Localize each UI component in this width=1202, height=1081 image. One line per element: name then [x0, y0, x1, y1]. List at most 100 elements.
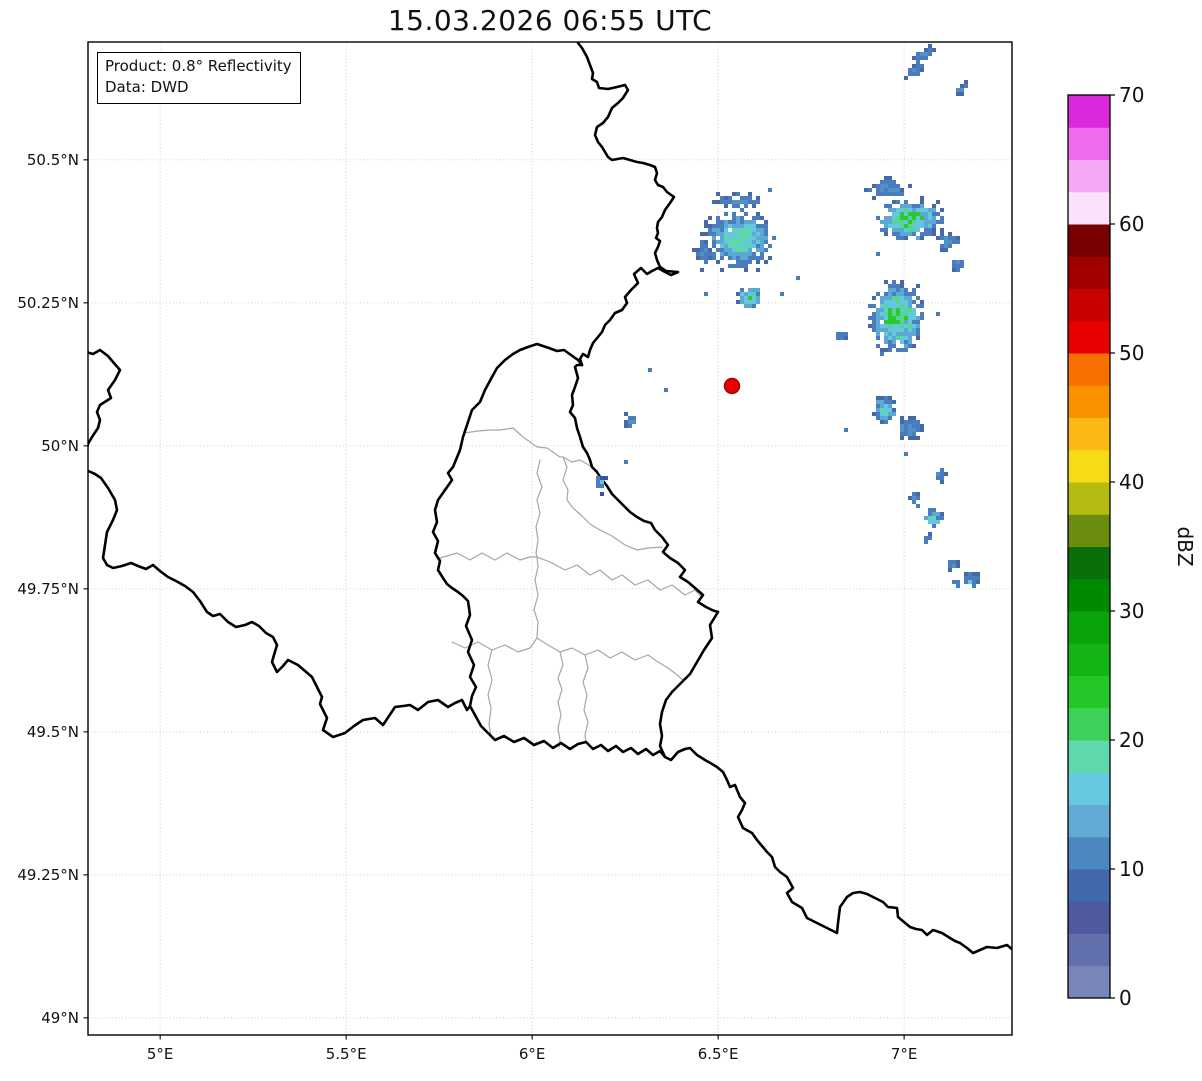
colorbar-band — [1068, 514, 1110, 547]
radar-echo-speck — [664, 388, 668, 392]
colorbar-band — [1068, 127, 1110, 160]
radar-echo-blob — [912, 44, 936, 64]
y-tick-label: 50.5°N — [27, 151, 79, 169]
radar-echo-speck — [768, 188, 772, 192]
y-tick-label: 49°N — [41, 1009, 79, 1027]
colorbar-band — [1068, 449, 1110, 483]
colorbar-band — [1068, 385, 1110, 418]
colorbar: 0 10 20 30 40 50 60 70 dBZ — [1067, 83, 1197, 1010]
radar-echo-speck — [796, 276, 800, 280]
canton-border-line — [463, 427, 593, 468]
radar-echo-blob — [692, 232, 712, 272]
colorbar-axis-label: dBZ — [1173, 526, 1197, 566]
radar-echo-blob — [736, 288, 760, 308]
colorbar-band — [1068, 965, 1110, 999]
station-marker — [723, 377, 741, 395]
colorbar-band — [1068, 320, 1110, 354]
colorbar-band — [1068, 417, 1110, 451]
colorbar-band — [1068, 804, 1110, 838]
radar-echo-speck — [904, 452, 908, 456]
radar-echo-speck — [876, 252, 880, 256]
canton-border-line — [536, 637, 684, 681]
radar-echo-speck — [624, 460, 628, 464]
colorbar-band — [1068, 836, 1110, 870]
radar-echo-blob — [908, 492, 920, 508]
canton-border-line — [451, 637, 538, 653]
y-tick-label: 50.25°N — [17, 294, 79, 312]
canton-border-line — [572, 507, 663, 551]
luxembourg-border — [431, 342, 720, 759]
radar-echo-blob — [936, 232, 960, 252]
radar-echo-blob — [952, 260, 964, 272]
radar-echo-blob — [712, 192, 760, 208]
radar-echo-blob — [864, 176, 912, 200]
y-tick-label: 49.25°N — [17, 866, 79, 884]
x-tick-label: 6.5°E — [698, 1045, 739, 1063]
canton-border-line — [533, 459, 543, 639]
canton-border-line — [487, 649, 493, 737]
country-borders — [88, 42, 1012, 955]
country-border-line — [88, 469, 472, 739]
x-tick-label: 7°E — [891, 1045, 918, 1063]
colorbar-tick-label: 50 — [1119, 341, 1144, 365]
radar-echo-speck — [648, 368, 652, 372]
colorbar-band — [1068, 933, 1110, 967]
x-tick-label: 5°E — [147, 1045, 174, 1063]
radar-echo-blob — [904, 64, 924, 80]
radar-echo-blob — [704, 208, 776, 272]
colorbar-tick-label: 0 — [1119, 986, 1132, 1010]
canton-borders — [439, 427, 703, 748]
radar-echo-speck — [844, 428, 848, 432]
y-tick-label: 50°N — [41, 437, 79, 455]
colorbar-band — [1068, 482, 1110, 515]
colorbar-band — [1068, 611, 1110, 644]
radar-echo-blob — [956, 80, 968, 96]
radar-echo-blob — [924, 532, 932, 544]
country-border-line — [576, 42, 680, 367]
radar-echo-blob — [624, 412, 636, 428]
colorbar-band — [1068, 288, 1110, 322]
colorbar-band — [1068, 740, 1110, 773]
colorbar-band — [1068, 95, 1110, 128]
colorbar-band — [1068, 675, 1110, 709]
colorbar-band — [1068, 707, 1110, 741]
colorbar-band — [1068, 578, 1110, 612]
product-info-line1: Product: 0.8° Reflectivity — [105, 57, 292, 75]
y-tick-label: 49.5°N — [27, 723, 79, 741]
colorbar-band — [1068, 772, 1110, 805]
latlon-gridlines — [88, 42, 1012, 1035]
radar-echo-blob — [872, 396, 896, 424]
radar-echo-blob — [936, 468, 948, 484]
x-tick-label: 6°E — [519, 1045, 546, 1063]
canton-border-line — [582, 654, 589, 744]
radar-echo-blob — [868, 280, 924, 352]
radar-echo-speck — [780, 292, 784, 296]
colorbar-band — [1068, 546, 1110, 580]
radar-echo-blob — [948, 560, 960, 572]
radar-echo-blob — [836, 332, 848, 340]
colorbar-tick-label: 10 — [1119, 857, 1144, 881]
axis-tick-labels: 5°E 5.5°E 6°E 6.5°E 7°E 50.5°N 50.25°N 50°N 49.7… — [17, 151, 917, 1063]
product-info-line2: Data: DWD — [105, 78, 189, 97]
product-info-box: Product: 0.8° Reflectivity Data: DWD — [97, 52, 301, 104]
radar-echo-speck — [880, 352, 884, 356]
radar-echo-blob — [900, 416, 924, 440]
radar-echo-speck — [704, 292, 708, 296]
map-borders — [88, 42, 1012, 955]
colorbar-band — [1068, 191, 1110, 225]
colorbar-band — [1068, 643, 1110, 676]
colorbar-band — [1068, 256, 1110, 289]
radar-echo-blob — [924, 508, 944, 528]
radar-echo-blob — [876, 196, 944, 240]
colorbar-band — [1068, 901, 1110, 934]
canton-border-line — [439, 552, 538, 561]
radar-echo-speck — [936, 312, 940, 316]
radar-echoes — [596, 44, 980, 588]
radar-echo-blob — [952, 580, 960, 588]
colorbar-tick-label: 70 — [1119, 83, 1144, 107]
canton-border-line — [562, 456, 574, 509]
country-border-line — [88, 348, 122, 450]
colorbar-tick-label: 60 — [1119, 212, 1144, 236]
country-border-line — [663, 746, 1012, 955]
canton-border-line — [557, 651, 564, 748]
